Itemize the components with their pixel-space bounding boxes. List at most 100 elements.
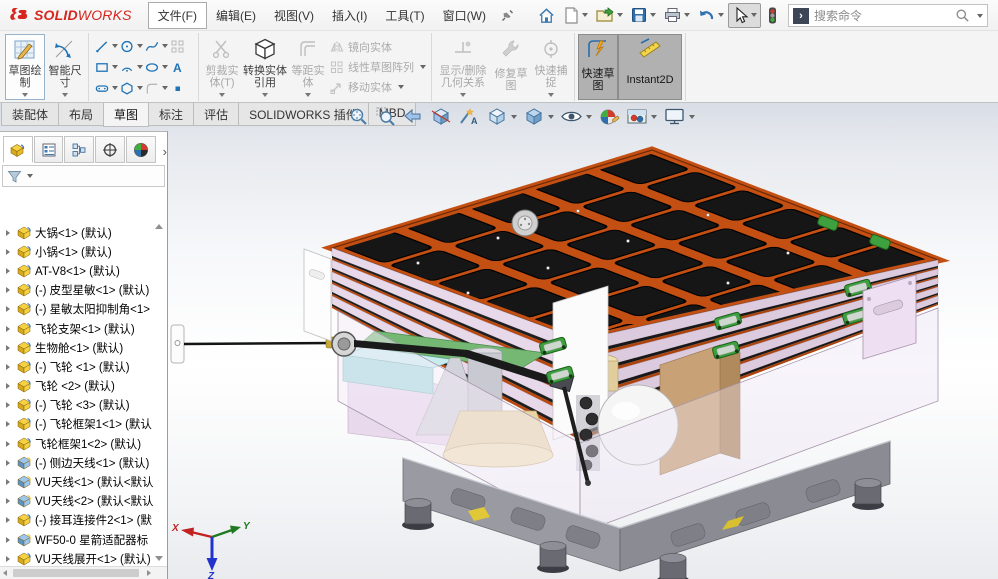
feature-tree-item[interactable]: VU天线<2> (默认<默认 [0, 492, 167, 511]
dropdown-arrow-icon[interactable] [112, 65, 118, 69]
dropdown-arrow-icon[interactable] [162, 44, 168, 48]
rectangle-tool[interactable] [94, 57, 118, 78]
convert-entities-button[interactable]: 转换实体引用 [242, 34, 288, 100]
tree-scroll-up-icon[interactable] [155, 224, 163, 229]
expand-arrow-icon[interactable] [6, 402, 10, 408]
edit-appearance-button[interactable] [597, 105, 621, 128]
mirror-entities-button[interactable]: 镜向实体 [330, 38, 426, 56]
dropdown-arrow-icon[interactable] [420, 65, 426, 69]
expand-arrow-icon[interactable] [6, 230, 10, 236]
dropdown-arrow-icon[interactable] [751, 13, 757, 17]
menu-item[interactable]: 工具(T) [376, 3, 433, 28]
configurationmanager-tab[interactable] [64, 136, 94, 163]
dropdown-arrow-icon[interactable] [112, 44, 118, 48]
dropdown-arrow-icon[interactable] [460, 93, 466, 97]
section-view-button[interactable] [429, 105, 453, 128]
dropdown-arrow-icon[interactable] [137, 44, 143, 48]
text-tool[interactable]: A [169, 57, 193, 78]
sketch-pattern-tool[interactable] [169, 36, 193, 57]
trim-entities-button[interactable]: 剪裁实体(T) [202, 34, 242, 100]
menu-item[interactable]: 文件(F) [148, 2, 207, 29]
expand-arrow-icon[interactable] [6, 498, 10, 504]
search-type-icon[interactable]: › [793, 8, 809, 24]
dropdown-arrow-icon[interactable] [162, 65, 168, 69]
zoom-to-fit-button[interactable] [347, 105, 370, 128]
feature-tree-item[interactable]: (-) 皮型星敏<1> (默认) [0, 281, 167, 300]
hide-show-items-button[interactable] [559, 105, 593, 128]
new-document-button[interactable] [560, 4, 591, 27]
tree-scroll-down-icon[interactable] [155, 556, 163, 561]
feature-tree-item[interactable]: (-) 飞轮 <3> (默认) [0, 396, 167, 415]
arc-tool[interactable] [119, 57, 143, 78]
zoom-to-area-button[interactable] [374, 105, 397, 128]
expand-arrow-icon[interactable] [6, 517, 10, 523]
dropdown-arrow-icon[interactable] [582, 13, 588, 17]
dropdown-arrow-icon[interactable] [27, 174, 33, 178]
dropdown-arrow-icon[interactable] [112, 86, 118, 90]
dropdown-arrow-icon[interactable] [617, 13, 623, 17]
select-tool-button[interactable] [728, 3, 761, 28]
dropdown-arrow-icon[interactable] [262, 93, 268, 97]
expand-arrow-icon[interactable] [6, 287, 10, 293]
displaymanager-tab[interactable] [126, 136, 156, 163]
expand-arrow-icon[interactable] [6, 383, 10, 389]
search-dropdown-icon[interactable] [977, 14, 983, 18]
expand-arrow-icon[interactable] [6, 249, 10, 255]
dropdown-arrow-icon[interactable] [651, 115, 657, 119]
apply-scene-button[interactable] [625, 105, 658, 128]
expand-arrow-icon[interactable] [6, 345, 10, 351]
search-icon[interactable] [955, 8, 970, 23]
feature-tree-item[interactable]: 飞轮 <2> (默认) [0, 377, 167, 396]
command-tab[interactable]: 标注 [148, 103, 194, 126]
command-tab[interactable]: 评估 [193, 103, 239, 126]
expand-arrow-icon[interactable] [6, 306, 10, 312]
dropdown-arrow-icon[interactable] [689, 115, 695, 119]
expand-arrow-icon[interactable] [6, 460, 10, 466]
feature-tree-item[interactable]: WF50-0 星箭适配器标 [0, 530, 167, 549]
undo-button[interactable] [694, 5, 727, 26]
feature-tree-item[interactable]: 小锅<1> (默认) [0, 242, 167, 261]
scroll-left-icon[interactable] [3, 570, 7, 576]
feature-tree-item[interactable]: 飞轮框架1<2> (默认) [0, 434, 167, 453]
slot-tool[interactable] [94, 78, 118, 99]
feature-tree-item[interactable]: 大锅<1> (默认) [0, 223, 167, 242]
dimxpertmanager-tab[interactable] [95, 136, 125, 163]
dropdown-arrow-icon[interactable] [511, 115, 517, 119]
scrollbar-thumb[interactable] [13, 569, 139, 577]
command-tab[interactable]: 装配体 [1, 103, 59, 126]
offset-entities-button[interactable]: 等距实体 [288, 34, 328, 100]
feature-tree-item[interactable]: (-) 飞轮 <1> (默认) [0, 357, 167, 376]
dropdown-arrow-icon[interactable] [137, 86, 143, 90]
quick-snaps-button[interactable]: 快速捕捉 [531, 34, 571, 100]
feature-tree-item[interactable]: (-) 接耳连接件2<1> (默 [0, 511, 167, 530]
expand-arrow-icon[interactable] [6, 556, 10, 562]
scroll-right-icon[interactable] [147, 570, 151, 576]
point-tool[interactable] [169, 78, 193, 99]
dropdown-arrow-icon[interactable] [548, 93, 554, 97]
dropdown-arrow-icon[interactable] [650, 13, 656, 17]
dropdown-arrow-icon[interactable] [305, 93, 311, 97]
circle-tool[interactable] [119, 36, 143, 57]
polygon-tool[interactable] [119, 78, 143, 99]
command-tab[interactable]: 布局 [58, 103, 104, 126]
menu-item[interactable]: 视图(V) [265, 3, 323, 28]
sketch-settings-button[interactable]: A [457, 105, 481, 128]
dropdown-arrow-icon[interactable] [22, 93, 28, 97]
panel-expand-chevron-icon[interactable]: › [163, 144, 167, 163]
expand-arrow-icon[interactable] [6, 364, 10, 370]
pin-menubar-icon[interactable] [501, 9, 514, 22]
expand-arrow-icon[interactable] [6, 537, 10, 543]
command-tab[interactable]: 草图 [103, 103, 149, 127]
dropdown-arrow-icon[interactable] [548, 115, 554, 119]
ellipse-tool[interactable] [144, 57, 168, 78]
rebuild-button[interactable] [762, 4, 783, 27]
open-button[interactable] [592, 4, 626, 26]
fillet-tool[interactable] [144, 78, 168, 99]
feature-tree-item[interactable]: 生物舱<1> (默认) [0, 338, 167, 357]
save-button[interactable] [627, 4, 659, 26]
repair-sketch-button[interactable]: 修复草图 [491, 34, 531, 100]
feature-tree-item[interactable]: VU天线<1> (默认<默认 [0, 472, 167, 491]
search-input[interactable]: 搜索命令 [814, 7, 950, 24]
expand-arrow-icon[interactable] [6, 268, 10, 274]
move-entities-button[interactable]: 移动实体 [330, 78, 426, 96]
